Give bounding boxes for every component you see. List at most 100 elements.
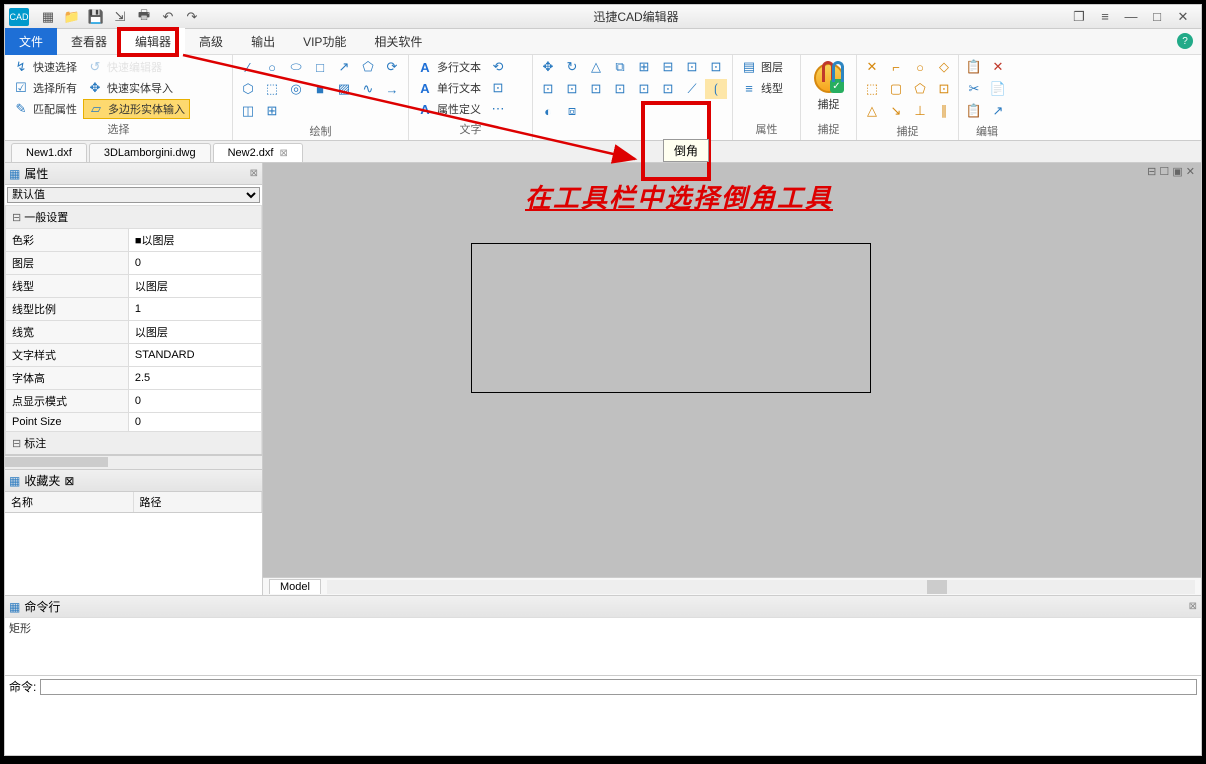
revolve-icon[interactable]: ⟳ (381, 57, 403, 77)
block-icon[interactable]: ◫ (237, 101, 259, 121)
canvas-window-controls[interactable]: ⊟ ☐ ▣ ✕ (1147, 165, 1195, 178)
paste-icon[interactable]: 📋 (963, 57, 985, 77)
snap-corner-icon[interactable]: ⌐ (885, 57, 907, 77)
cmd-input[interactable] (40, 679, 1197, 695)
chamfer-icon[interactable]: ⟮ (705, 79, 727, 99)
trim-icon[interactable]: ⊡ (537, 79, 559, 99)
modify18-icon[interactable]: ⧈ (561, 101, 583, 121)
extend-icon[interactable]: ⊡ (561, 79, 583, 99)
fav-col-path[interactable]: 路径 (134, 492, 263, 512)
snap-ext-icon[interactable]: ⬠ (909, 79, 931, 99)
snap-perp-icon[interactable]: △ (861, 101, 883, 121)
prop-pointmode-value[interactable]: 0 (128, 390, 261, 413)
snap-quad-icon[interactable]: ⬚ (861, 79, 883, 99)
align-icon[interactable]: ⊟ (657, 57, 679, 77)
circle2-icon[interactable]: ◎ (285, 79, 307, 99)
scale-icon[interactable]: ⊡ (681, 57, 703, 77)
properties-default-dropdown[interactable]: 默认值 (7, 187, 260, 203)
modify17-icon[interactable]: ◐ (537, 101, 559, 121)
layer-button[interactable]: ▤图层 (737, 57, 787, 77)
prop-textstyle-value[interactable]: STANDARD (128, 344, 261, 367)
qat-save-icon[interactable]: 💾 (85, 7, 107, 27)
break-icon[interactable]: ⊡ (585, 79, 607, 99)
hexagon-icon[interactable]: ⬡ (237, 79, 259, 99)
minimize-icon[interactable]: — (1121, 9, 1141, 25)
reset-button[interactable]: ↺快速编辑器 (83, 57, 190, 77)
close-icon[interactable]: ✕ (1173, 9, 1193, 25)
snap-center-icon[interactable]: ○ (909, 57, 931, 77)
text-option2-icon[interactable]: ⊡ (487, 78, 509, 98)
dashed-rect-icon[interactable]: ⬚ (261, 79, 283, 99)
snap-ins-icon[interactable]: ⊡ (933, 79, 955, 99)
rotate-icon[interactable]: ↻ (561, 57, 583, 77)
menu-vip[interactable]: VIP功能 (289, 28, 360, 55)
ellipse-icon[interactable]: ⬭ (285, 57, 307, 77)
prop-lineweight-value[interactable]: 以图层 (128, 321, 261, 344)
prop-group-dim[interactable]: 标注 (6, 432, 262, 455)
table-icon[interactable]: ⊞ (261, 101, 283, 121)
menu-editor[interactable]: 编辑器 (121, 28, 185, 55)
canvas-hscroll[interactable] (327, 580, 1195, 594)
help-icon[interactable]: ? (1177, 33, 1193, 49)
panel-toggle-icon[interactable]: ❐ (1069, 9, 1089, 25)
line-icon[interactable]: ∕ (237, 57, 259, 77)
snap-button[interactable]: ✓ 捕捉 (805, 57, 852, 117)
drawing-canvas[interactable]: ⊟ ☐ ▣ ✕ 在工具栏中选择倒角工具 (263, 163, 1201, 577)
snap-tan-icon[interactable]: ↘ (885, 101, 907, 121)
pentagon-icon[interactable]: ⬠ (357, 57, 379, 77)
stretch-icon[interactable]: ⊡ (705, 57, 727, 77)
menu-related[interactable]: 相关软件 (360, 28, 436, 55)
prop-color-value[interactable]: ■以图层 (128, 229, 261, 252)
prop-pointsize-value[interactable]: 0 (128, 413, 261, 432)
filetab-lamborgini[interactable]: 3DLamborgini.dwg (89, 143, 211, 162)
linetype-button[interactable]: ≡线型 (737, 78, 787, 98)
clipboard-icon[interactable]: 📋 (963, 101, 985, 121)
model-tab[interactable]: Model (269, 579, 321, 594)
copy2-icon[interactable]: 📄 (987, 79, 1009, 99)
prop-layer-value[interactable]: 0 (128, 252, 261, 275)
quick-select-button[interactable]: ↯快速选择 (9, 57, 81, 77)
match-properties-button[interactable]: ✎匹配属性 (9, 99, 81, 119)
spline-icon[interactable]: ∿ (357, 79, 379, 99)
qat-undo-icon[interactable]: ↶ (157, 7, 179, 27)
menu-file[interactable]: 文件 (5, 28, 57, 55)
polygon-entity-input-button[interactable]: ▱多边形实体输入 (83, 99, 190, 119)
menu-output[interactable]: 输出 (237, 28, 289, 55)
filetab-new2[interactable]: New2.dxf⊠ (213, 143, 303, 162)
circle-icon[interactable]: ○ (261, 57, 283, 77)
join-icon[interactable]: ⊡ (609, 79, 631, 99)
text-button[interactable]: A单行文本 (413, 78, 485, 98)
attdef-button[interactable]: A属性定义 (413, 99, 485, 119)
menu-toggle-icon[interactable]: ≡ (1095, 9, 1115, 25)
prop-textheight-value[interactable]: 2.5 (128, 367, 261, 390)
close-tab-icon[interactable]: ⊠ (279, 148, 287, 159)
arrow-icon[interactable]: ↗ (333, 57, 355, 77)
prop-hscroll[interactable] (5, 455, 262, 469)
mtext-button[interactable]: A多行文本 (413, 57, 485, 77)
text-option1-icon[interactable]: ⟲ (487, 57, 509, 77)
ray-icon[interactable]: → (381, 79, 403, 99)
quick-entity-import-button[interactable]: ✥快速实体导入 (83, 78, 190, 98)
offset-icon[interactable]: ⊡ (657, 79, 679, 99)
snap-node-icon[interactable]: ◇ (933, 57, 955, 77)
qat-open-icon[interactable]: 📁 (61, 7, 83, 27)
menu-viewer[interactable]: 查看器 (57, 28, 121, 55)
text-option3-icon[interactable]: ⋯ (487, 99, 509, 119)
restore-icon[interactable]: □ (1147, 9, 1167, 25)
fav-pin-icon[interactable]: ⊠ (64, 474, 74, 488)
move-icon[interactable]: ✥ (537, 57, 559, 77)
hatch-icon[interactable]: ▨ (333, 79, 355, 99)
cut-icon[interactable]: ✂ (963, 79, 985, 99)
rect-icon[interactable]: □ (309, 57, 331, 77)
snap-near-icon[interactable]: ⊥ (909, 101, 931, 121)
qat-export-icon[interactable]: ⇲ (109, 7, 131, 27)
fav-col-name[interactable]: 名称 (5, 492, 134, 512)
cmd-pin-icon[interactable]: ⊠ (1189, 601, 1197, 612)
delete-icon[interactable]: ✕ (987, 57, 1009, 77)
filetab-new1[interactable]: New1.dxf (11, 143, 87, 162)
select-all-button[interactable]: ☑选择所有 (9, 78, 81, 98)
explode-icon[interactable]: ⊡ (633, 79, 655, 99)
menu-advanced[interactable]: 高级 (185, 28, 237, 55)
qat-redo-icon[interactable]: ↷ (181, 7, 203, 27)
snap-par-icon[interactable]: ∥ (933, 101, 955, 121)
